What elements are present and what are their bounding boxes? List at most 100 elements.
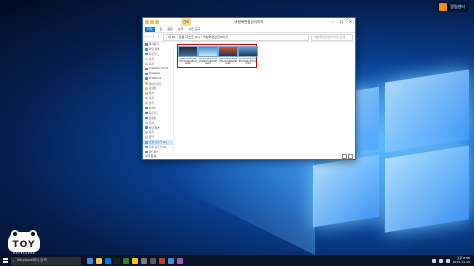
taskbar-app-icon[interactable] [159,257,165,264]
file-item[interactable]: 2f8e1c6b9d4a3e7f1b0c5d8a2e6f9c4b [218,46,238,66]
taskbar-search-text: Windows에서 검색 [16,258,47,262]
windows-icon [2,258,8,263]
ribbon-tab-picture-tools[interactable]: 사진 도구 [188,27,200,31]
folder-icon [145,62,148,66]
file-item[interactable]: 1a7d5f4e9c3b2a1f0e8d7c6b5a4f3e2d [198,46,218,66]
forward-arrow-icon[interactable]: → [151,35,155,39]
search-input[interactable]: 바탕화면잠금이미지 검색 [311,33,353,41]
start-button[interactable] [0,255,10,266]
folder-icon [145,67,148,71]
nav-item-label: OneDrive [149,77,162,81]
folder-icon [145,96,148,100]
nav-item-label: 동영상 [149,87,157,91]
ribbon-tab-share[interactable]: 공유 [167,27,173,31]
taskbar-app-icon[interactable] [168,257,174,264]
folder-icon [145,121,148,124]
folder-icon [145,72,148,76]
folder-icon [145,145,148,149]
nav-item-label: 다운로드 [149,53,159,57]
frog-eye-left [11,230,19,238]
keyboard-language-icon[interactable] [445,258,450,263]
volume-icon[interactable] [438,258,443,263]
nav-item-label: 로컬 디스크 (D:) [149,146,168,150]
ribbon-tab-file[interactable]: 파일 [145,26,155,32]
folder-icon [145,101,148,105]
nav-item-label: 다운로드 [149,111,159,115]
desktop: { "tray_notice": { "label": "알림센터" }, "w… [0,0,474,266]
nav-item-label: Creative Cloud [149,67,169,71]
taskbar-app-icon[interactable] [141,257,147,264]
navigation-pane: 즐겨찾기 바탕 화면 다운로드 문서 사진 Creative Cloud Dropbox On… [143,41,174,153]
image-thumbnail [178,46,198,57]
file-list[interactable]: 0c89b1f3ad2e9f7f0c1b4e5a8d7c6e2b 1a7d5f4e… [174,41,355,153]
folder-icon [145,136,148,139]
ribbon-tab-view[interactable]: 보기 [178,27,184,31]
clock-date: 2015-11-15 [452,259,470,264]
nav-item-label: 음악 [149,136,154,140]
nav-item-label: 음악 [149,102,154,106]
pinned-apps [87,257,183,264]
ribbon-tab-home[interactable]: 홈 [160,27,163,31]
folder-icon [145,77,148,80]
file-item[interactable]: 5b3c9e7a1d2f4e8b0c6a9d3f7e1b5c2a [238,46,258,66]
image-thumbnail [218,46,238,57]
nav-item-label: 사진 [149,63,154,66]
network-icon[interactable] [431,258,436,263]
window-title: 바탕화면잠금이미지 [234,20,264,24]
notification-label: 알림센터 [450,4,465,9]
nav-item-label: 바탕 화면 [149,48,160,52]
nav-item-label: 문서 [149,121,154,125]
taskbar-app-icon[interactable] [132,257,138,264]
folder-icon [145,87,148,90]
nav-item-label: 바탕 화면 [149,126,160,130]
folder-icon [145,52,148,56]
frog-eye-right [29,230,37,238]
address-input[interactable]: › 내 PC › 로컬 디스크 (C:) › 바탕화면잠금이미지 [163,33,309,41]
item-count: 4개 항목 [145,154,157,158]
folder-icon [145,116,148,120]
back-arrow-icon[interactable]: ← [145,35,149,39]
notification-chip[interactable]: 알림센터 [436,2,468,12]
minimize-button[interactable]: – [328,18,337,26]
taskbar-app-icon[interactable] [87,257,93,264]
nav-item-label: Dropbox [149,72,160,76]
image-thumbnail [238,46,258,57]
taskbar-search-box[interactable]: ⌕ Windows에서 검색 [11,256,81,265]
toy-logo-title: TOY [12,240,36,250]
nav-item-label: 문서 [149,92,154,96]
file-name: 0c89b1f3ad2e9f7f0c1b4e5a8d7c6e2b [178,58,198,66]
clock[interactable]: 오후 8:58 2015-11-15 [452,256,470,264]
close-button[interactable]: ✕ [346,18,355,26]
selected-files-highlight: 0c89b1f3ad2e9f7f0c1b4e5a8d7c6e2b 1a7d5f4e… [177,44,258,68]
nav-item-label: 로컬 디스크 (C:) [149,141,168,145]
file-name: 2f8e1c6b9d4a3e7f1b0c5d8a2e6f9c4b [218,58,238,66]
taskbar-app-icon[interactable] [150,257,156,264]
nav-item-label: 라이브러리 [149,82,161,86]
maximize-button[interactable]: ☐ [337,18,346,26]
status-bar: 4개 항목 [143,153,355,159]
file-explorer-window[interactable]: 관리 바탕화면잠금이미지 – ☐ ✕ 파일 홈 공유 보기 사진 도구 ← → … [142,17,356,160]
taskbar-app-icon[interactable] [123,257,129,264]
notification-icon [439,3,448,11]
file-name: 5b3c9e7a1d2f4e8b0c6a9d3f7e1b5c2a [238,58,258,66]
title-bar[interactable]: 관리 바탕화면잠금이미지 – ☐ ✕ [143,18,355,26]
taskbar-app-icon[interactable] [177,257,183,264]
folder-icon [145,48,148,51]
taskbar-app-icon[interactable] [96,257,102,264]
up-arrow-icon[interactable]: ↑ [157,35,161,39]
folder-icon [145,57,148,61]
file-item[interactable]: 0c89b1f3ad2e9f7f0c1b4e5a8d7c6e2b [178,46,198,66]
taskbar: ⌕ Windows에서 검색 오후 8:58 2015-11-15 [0,255,474,266]
thumbnail-view-icon[interactable] [348,153,353,159]
nav-item-label: 문서 [149,58,154,62]
nav-item-label: 사진 [149,131,154,135]
folder-icon [145,82,148,85]
folder-icon [145,106,148,110]
folder-icon [145,92,148,95]
nav-item-label: 사진 [149,97,154,101]
taskbar-app-icon[interactable] [114,257,120,264]
file-name: 1a7d5f4e9c3b2a1f0e8d7c6b5a4f3e2d [198,58,218,66]
details-view-icon[interactable] [342,153,347,159]
folder-icon [145,126,148,129]
taskbar-app-icon[interactable] [105,257,111,264]
